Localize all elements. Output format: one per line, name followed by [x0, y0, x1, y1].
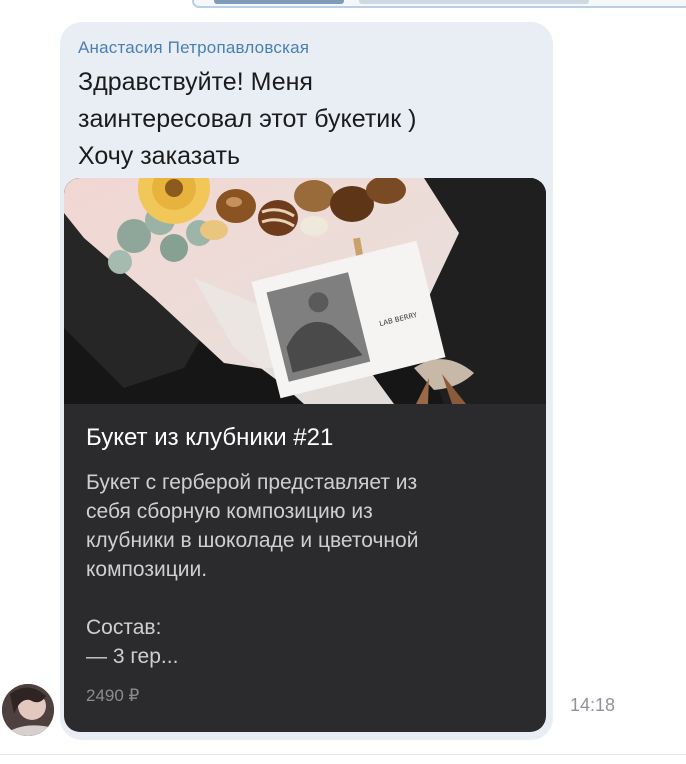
composition-preview: — 3 гер...: [86, 645, 179, 668]
description-line: себя сборную композицию из: [86, 500, 373, 523]
reply-preview-bar[interactable]: [192, 0, 686, 8]
product-description: Букет с герберой представляет из себя сб…: [86, 468, 526, 671]
divider: [0, 754, 686, 755]
description-spacer: [86, 584, 526, 613]
product-card[interactable]: LAB BERRY Букет из клубники #21 Букет с …: [64, 178, 546, 732]
composition-label: Состав:: [86, 616, 162, 639]
message-time: 14:18: [570, 695, 616, 715]
reply-preview-segment: [214, 0, 344, 4]
message-text: Здравствуйте! Меня заинтересовал этот бу…: [78, 64, 528, 175]
product-price: 2490 ₽: [86, 686, 140, 705]
product-title[interactable]: Букет из клубники #21: [86, 424, 333, 452]
sender-name[interactable]: Анастасия Петропавловская: [78, 38, 309, 58]
reply-preview-segment: [359, 0, 589, 4]
avatar-image: [2, 684, 54, 736]
message-text-line: Хочу заказать: [78, 142, 240, 170]
message-text-line: заинтересовал этот букетик ): [78, 105, 417, 133]
description-line: композиции.: [86, 558, 208, 581]
description-line: клубники в шоколаде и цветочной: [86, 529, 419, 552]
description-line: Букет с герберой представляет из: [86, 471, 418, 494]
product-photo[interactable]: LAB BERRY: [64, 178, 546, 404]
sender-avatar[interactable]: [2, 684, 54, 736]
message-text-line: Здравствуйте! Меня: [78, 68, 313, 96]
